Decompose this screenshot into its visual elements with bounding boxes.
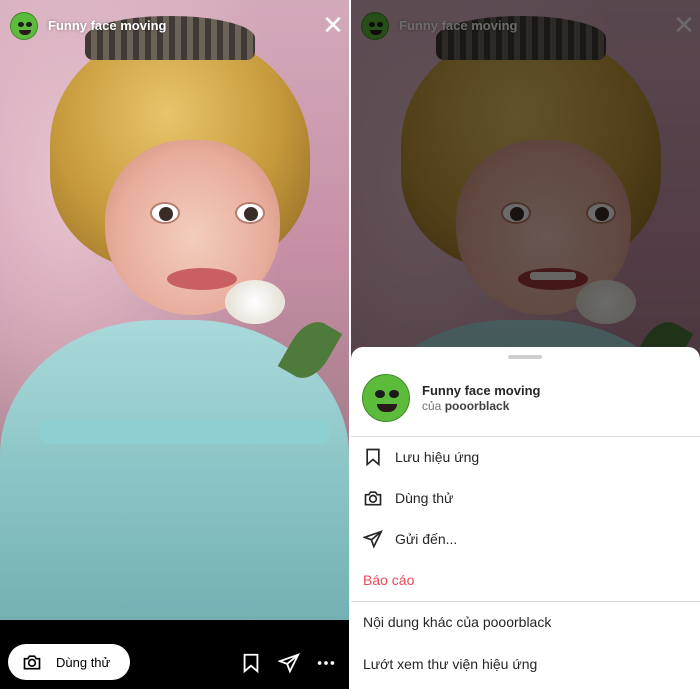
send-to-item[interactable]: Gửi đến... [351, 519, 700, 559]
story-viewer-with-menu: Funny face moving ✕ Funny face moving củ… [351, 0, 700, 689]
bookmark-icon[interactable] [240, 652, 262, 674]
sheet-grabber[interactable] [508, 355, 542, 359]
bookmark-icon [366, 448, 380, 467]
send-icon[interactable] [278, 652, 300, 674]
report-item[interactable]: Báo cáo [351, 560, 700, 600]
send-icon [363, 530, 383, 549]
effect-avatar[interactable] [10, 12, 38, 40]
save-effect-item[interactable]: Lưu hiệu ứng [351, 437, 700, 477]
effect-name[interactable]: Funny face moving [48, 18, 166, 33]
more-options-icon[interactable] [315, 652, 337, 674]
effect-options-sheet: Funny face moving của pooorblack Lưu hiệ… [351, 347, 700, 689]
close-icon[interactable]: ✕ [322, 12, 344, 38]
camera-icon [23, 655, 41, 670]
effect-avatar-large[interactable] [362, 374, 410, 422]
creator-name[interactable]: pooorblack [445, 399, 510, 413]
send-to-label: Gửi đến... [395, 531, 458, 547]
by-prefix: của [422, 399, 442, 413]
try-effect-item[interactable]: Dùng thử [351, 478, 700, 518]
browse-gallery-label: Lướt xem thư viện hiệu ứng [363, 656, 538, 672]
story-viewer: Funny face moving ✕ Dùng thử [0, 0, 349, 689]
sheet-creator[interactable]: của pooorblack [422, 399, 509, 413]
try-effect-label: Dùng thử [56, 654, 111, 670]
bottom-bar: Dùng thử [0, 620, 349, 689]
try-effect-label: Dùng thử [395, 490, 454, 506]
save-effect-label: Lưu hiệu ứng [395, 449, 480, 465]
sheet-effect-name: Funny face moving [422, 383, 541, 398]
more-from-creator-label: Nội dung khác của pooorblack [363, 614, 552, 630]
story-header: Funny face moving ✕ [0, 10, 349, 46]
try-effect-button[interactable]: Dùng thử [8, 644, 130, 680]
story-photo [0, 0, 349, 620]
more-from-creator-item[interactable]: Nội dung khác của pooorblack [351, 602, 700, 642]
browse-gallery-item[interactable]: Lướt xem thư viện hiệu ứng [351, 644, 700, 684]
report-label: Báo cáo [363, 572, 415, 588]
camera-icon [364, 491, 382, 506]
